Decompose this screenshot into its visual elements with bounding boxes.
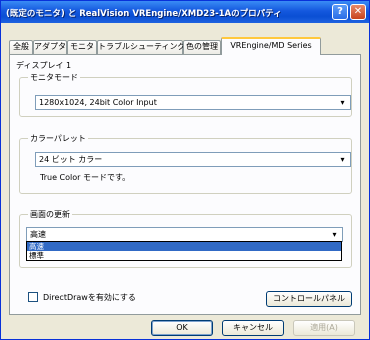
tab-page: ディスプレイ 1 モニタモード 1280x1024, 24bit Color I…: [9, 54, 361, 315]
properties-window: (既定のモニタ) と RealVision VREngine/XMD23-1Aの…: [0, 0, 370, 340]
close-button[interactable]: ✕: [350, 4, 366, 20]
screen-update-title: 画面の更新: [28, 209, 72, 220]
title-bar[interactable]: (既定のモニタ) と RealVision VREngine/XMD23-1Aの…: [1, 1, 369, 23]
window-title: (既定のモニタ) と RealVision VREngine/XMD23-1Aの…: [6, 9, 282, 19]
cancel-button[interactable]: キャンセル: [222, 320, 284, 336]
directdraw-checkbox[interactable]: [28, 292, 38, 302]
chevron-down-icon[interactable]: ▾: [328, 229, 341, 240]
chevron-down-icon[interactable]: ▾: [336, 154, 349, 165]
monitor-mode-value: 1280x1024, 24bit Color Input: [39, 98, 157, 107]
tab-vrengine[interactable]: VREngine/MD Series: [221, 37, 321, 55]
list-item[interactable]: 高速: [27, 242, 341, 251]
tab-adapter[interactable]: アダプタ: [33, 40, 67, 54]
color-palette-select[interactable]: 24 ビット カラー ▾: [35, 152, 351, 167]
directdraw-label: DirectDrawを有効にする: [43, 293, 136, 302]
color-palette-title: カラーパレット: [28, 133, 88, 144]
monitor-mode-title: モニタモード: [28, 72, 80, 83]
list-item[interactable]: 標準: [27, 251, 341, 260]
tab-color-management[interactable]: 色の管理: [183, 40, 221, 54]
screen-update-select[interactable]: 高速 ▾: [26, 227, 343, 242]
tab-troubleshooting[interactable]: トラブルシューティング: [97, 40, 186, 54]
screen-update-value: 高速: [30, 230, 46, 239]
color-palette-value: 24 ビット カラー: [39, 155, 103, 164]
tab-monitor[interactable]: モニタ: [67, 40, 97, 54]
display-label: ディスプレイ 1: [16, 61, 72, 70]
help-button[interactable]: ?: [332, 4, 348, 20]
monitor-mode-select[interactable]: 1280x1024, 24bit Color Input ▾: [35, 95, 351, 110]
color-description: True Color モードです。: [40, 173, 131, 182]
apply-button[interactable]: 適用(A): [293, 320, 355, 336]
control-panel-button[interactable]: コントロールパネル: [266, 291, 352, 307]
chevron-down-icon[interactable]: ▾: [336, 97, 349, 108]
tab-general[interactable]: 全般: [9, 40, 33, 54]
screen-update-dropdown: 高速 標準: [26, 241, 342, 261]
ok-button[interactable]: OK: [151, 320, 213, 336]
